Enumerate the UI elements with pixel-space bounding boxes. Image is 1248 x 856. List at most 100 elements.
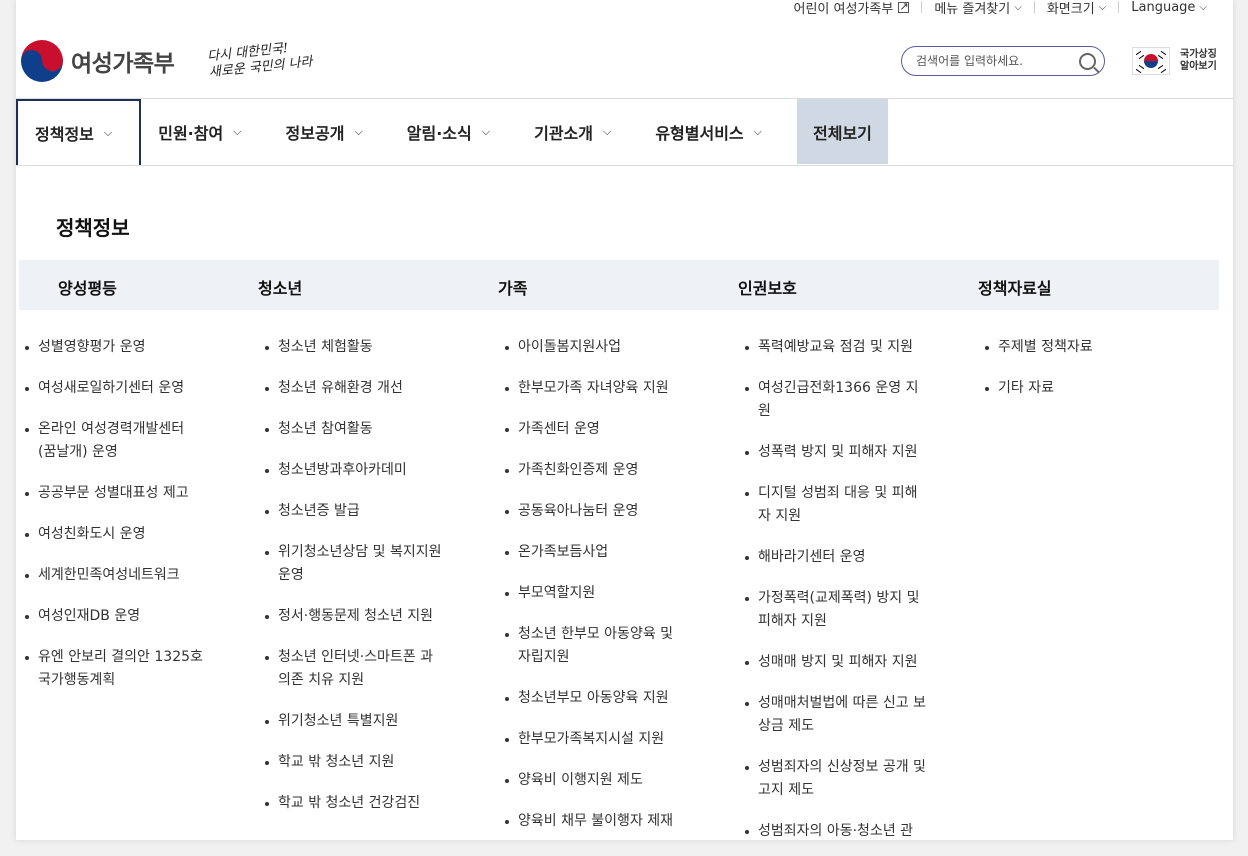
- menu-link[interactable]: 양육비 채무 불이행자 제재: [505, 810, 690, 833]
- nav-item-label: 정책정보: [35, 125, 94, 144]
- nav-item-label: 민원·참여: [158, 123, 224, 143]
- menu-link[interactable]: 여성새로일하기센터 운영: [25, 377, 205, 400]
- category-policy-library[interactable]: 정책자료실: [978, 275, 1052, 299]
- nav-item-label: 유형별서비스: [655, 123, 744, 143]
- slogan: 다시 대한민국! 새로운 국민의 나라: [207, 39, 314, 82]
- nav-item-label: 기관소개: [534, 123, 593, 143]
- menu-link[interactable]: 여성인재DB 운영: [25, 605, 205, 628]
- menu-link[interactable]: 성매매 방지 및 피해자 지원: [745, 651, 930, 674]
- menu-link[interactable]: 청소년 인터넷·스마트폰 과의존 치유 지원: [265, 646, 445, 692]
- chevron-down-icon: ⌵: [602, 124, 612, 138]
- column-human-rights: 폭력예방교육 점검 및 지원여성긴급전화1366 운영 지원성폭력 방지 및 피…: [745, 336, 930, 840]
- ministry-name: 여성가족부: [71, 51, 175, 77]
- category-youth[interactable]: 청소년: [258, 275, 302, 299]
- category-family[interactable]: 가족: [498, 275, 527, 299]
- chevron-down-icon: ⌵: [1199, 1, 1207, 13]
- category-gender-equality[interactable]: 양성평등: [58, 275, 117, 299]
- menu-link[interactable]: 한부모가족복지시설 지원: [505, 728, 690, 751]
- nav-item-label: 정보공개: [285, 123, 345, 143]
- menu-link[interactable]: 디지털 성범죄 대응 및 피해자 지원: [745, 482, 930, 528]
- menu-link[interactable]: 부모역할지원: [505, 582, 690, 605]
- menu-link[interactable]: 주제별 정책자료: [985, 336, 1170, 359]
- category-human-rights[interactable]: 인권보호: [738, 275, 797, 299]
- menu-link[interactable]: 기타 자료: [985, 377, 1170, 400]
- menu-link[interactable]: 정서·행동문제 청소년 지원: [265, 605, 445, 628]
- menu-link[interactable]: 학교 밖 청소년 지원: [265, 751, 445, 774]
- search-input[interactable]: [914, 53, 1078, 69]
- nav-item-about[interactable]: 기관소개 ⌵: [517, 99, 638, 164]
- utility-favorites-menu[interactable]: 메뉴 즐겨찾기 ⌵: [922, 0, 1034, 17]
- view-all-label: 전체보기: [813, 123, 872, 143]
- menu-link[interactable]: 여성친화도시 운영: [25, 523, 205, 546]
- column-youth: 청소년 체험활동청소년 유해환경 개선청소년 참여활동청소년방과후아카데미청소년…: [265, 336, 445, 833]
- chevron-down-icon: ⌵: [1098, 1, 1107, 13]
- utility-bar: 어린이 여성가족부 ↗ 메뉴 즐겨찾기 ⌵ 화면크기 ⌵ Language ⌵: [782, 0, 1220, 20]
- chevron-down-icon: ⌵: [753, 124, 762, 138]
- nav-item-policy[interactable]: 정책정보 ⌵: [16, 99, 142, 165]
- column-gender-equality: 성별영향평가 운영여성새로일하기센터 운영온라인 여성경력개발센터 (꿈날개) …: [25, 336, 205, 710]
- menu-link[interactable]: 청소년방과후아카데미: [265, 459, 445, 482]
- nav-item-services[interactable]: 유형별서비스 ⌵: [638, 99, 789, 164]
- national-symbol-line-2: 알아보기: [1180, 61, 1217, 72]
- menu-link[interactable]: 유엔 안보리 결의안 1325호 국가행동계획: [25, 646, 205, 692]
- utility-zoom-label: 화면크기: [1046, 1, 1095, 17]
- menu-link[interactable]: 한부모가족 자녀양육 지원: [505, 377, 690, 400]
- government-emblem-icon: [21, 40, 63, 82]
- search-icon[interactable]: [1079, 52, 1096, 70]
- nav-item-label: 알림·소식: [406, 123, 472, 143]
- utility-kids-link[interactable]: 어린이 여성가족부 ↗: [782, 0, 922, 17]
- menu-link[interactable]: 온라인 여성경력개발센터 (꿈날개) 운영: [25, 418, 205, 464]
- national-symbol-link[interactable]: 국가상징 알아보기: [1132, 47, 1217, 75]
- menu-link[interactable]: 폭력예방교육 점검 및 지원: [745, 336, 930, 359]
- menu-link[interactable]: 공동육아나눔터 운영: [505, 500, 690, 523]
- column-policy-library: 주제별 정책자료기타 자료: [985, 336, 1170, 418]
- utility-language-label: Language: [1131, 0, 1196, 15]
- utility-zoom-menu[interactable]: 화면크기 ⌵: [1035, 0, 1118, 17]
- menu-link[interactable]: 위기청소년 특별지원: [265, 710, 445, 733]
- korean-flag-icon: [1132, 47, 1170, 75]
- menu-link[interactable]: 성범죄자의 아동·청소년 관: [745, 820, 930, 840]
- external-link-icon: ↗: [898, 0, 910, 13]
- utility-favorites-label: 메뉴 즐겨찾기: [934, 1, 1011, 17]
- menu-link[interactable]: 학교 밖 청소년 건강검진: [265, 792, 445, 815]
- utility-language-menu[interactable]: Language ⌵: [1119, 0, 1219, 15]
- menu-link[interactable]: 가정폭력(교제폭력) 방지 및 피해자 지원: [745, 587, 930, 633]
- column-family: 아이돌봄지원사업한부모가족 자녀양육 지원가족센터 운영가족친화인증제 운영공동…: [505, 336, 690, 840]
- menu-link[interactable]: 청소년 참여활동: [265, 418, 445, 441]
- nav-item-disclosure[interactable]: 정보공개 ⌵: [269, 99, 390, 164]
- menu-link[interactable]: 세계한민족여성네트워크: [25, 564, 205, 587]
- menu-link[interactable]: 청소년 체험활동: [265, 336, 445, 359]
- utility-kids-label: 어린이 여성가족부: [793, 1, 894, 17]
- menu-link[interactable]: 청소년 유해환경 개선: [265, 377, 445, 400]
- menu-link[interactable]: 가족친화인증제 운영: [505, 459, 690, 482]
- menu-link[interactable]: 온가족보듬사업: [505, 541, 690, 564]
- menu-link[interactable]: 공공부문 성별대표성 제고: [25, 482, 205, 505]
- chevron-down-icon: ⌵: [103, 126, 113, 139]
- menu-link[interactable]: 성매매처벌법에 따른 신고 보상금 제도: [745, 692, 930, 738]
- menu-link[interactable]: 해바라기센터 운영: [745, 546, 930, 569]
- menu-link[interactable]: 여성긴급전화1366 운영 지원: [745, 377, 930, 423]
- menu-link[interactable]: 청소년 한부모 아동양육 및 자립지원: [505, 623, 690, 669]
- menu-link[interactable]: 성폭력 방지 및 피해자 지원: [745, 441, 930, 464]
- national-symbol-label: 국가상징 알아보기: [1180, 49, 1217, 73]
- chevron-down-icon: ⌵: [233, 124, 242, 138]
- chevron-down-icon: ⌵: [481, 124, 491, 138]
- chevron-down-icon: ⌵: [1014, 1, 1022, 13]
- menu-link[interactable]: 가족센터 운영: [505, 418, 690, 441]
- nav-item-news[interactable]: 알림·소식 ⌵: [390, 99, 517, 164]
- menu-link[interactable]: 아이돌봄지원사업: [505, 336, 690, 359]
- chevron-down-icon: ⌵: [354, 124, 363, 138]
- menu-link[interactable]: 성범죄자의 신상정보 공개 및 고지 제도: [745, 756, 930, 802]
- search-box: [901, 46, 1105, 76]
- menu-link[interactable]: 성별영향평가 운영: [25, 336, 205, 359]
- menu-link[interactable]: 청소년증 발급: [265, 500, 445, 523]
- ministry-logo[interactable]: 여성가족부: [21, 40, 175, 82]
- main-nav: 정책정보 ⌵ 민원·참여 ⌵ 정보공개 ⌵ 알림·소식 ⌵ 기관소개 ⌵ 유형별…: [16, 98, 1233, 166]
- nav-item-civil[interactable]: 민원·참여 ⌵: [141, 99, 268, 164]
- menu-link[interactable]: 위기청소년상담 및 복지지원 운영: [265, 541, 445, 587]
- page: 어린이 여성가족부 ↗ 메뉴 즐겨찾기 ⌵ 화면크기 ⌵ Language ⌵ …: [16, 0, 1233, 840]
- menu-link[interactable]: 청소년부모 아동양육 지원: [505, 687, 690, 710]
- view-all-button[interactable]: 전체보기: [797, 99, 888, 164]
- mega-menu-title: 정책정보: [56, 216, 130, 240]
- menu-link[interactable]: 양육비 이행지원 제도: [505, 769, 690, 792]
